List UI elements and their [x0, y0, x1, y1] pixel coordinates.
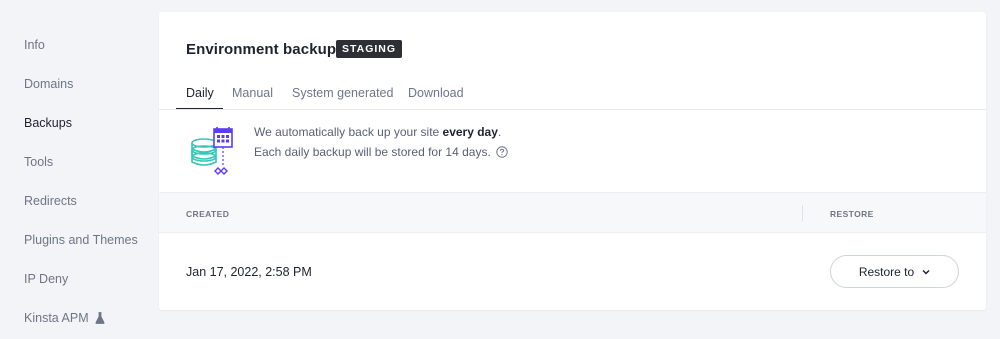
sidebar-item-label: Info: [24, 38, 45, 52]
tab-system-generated[interactable]: System generated: [282, 86, 403, 100]
backup-created-date: Jan 17, 2022, 2:58 PM: [186, 265, 312, 279]
info-text-prefix: We automatically back up your site: [254, 125, 443, 139]
sidebar-item-plugins-and-themes[interactable]: Plugins and Themes: [24, 233, 138, 247]
sidebar-item-domains[interactable]: Domains: [24, 77, 73, 91]
restore-to-label: Restore to: [858, 264, 915, 279]
sidebar-item-label: Domains: [24, 77, 74, 91]
staging-badge: STAGING: [336, 40, 403, 58]
column-divider[interactable]: [802, 205, 803, 221]
sidebar-item-kinsta-apm[interactable]: Kinsta APM: [24, 311, 105, 325]
table-row: Jan 17, 2022, 2:58 PM Restore to: [159, 233, 986, 310]
info-text-suffix: .: [497, 125, 502, 139]
sidebar-item-label: Redirects: [24, 194, 77, 208]
sidebar: Info Domains Backups Tools Redirects Plu…: [0, 0, 158, 339]
sidebar-item-label: Plugins and Themes: [24, 233, 138, 247]
backup-retention-text: Each daily backup will be stored for 14 …: [254, 145, 508, 159]
sidebar-item-label: Kinsta APM: [24, 311, 89, 325]
sidebar-item-info[interactable]: Info: [24, 38, 45, 52]
retention-text: Each daily backup will be stored for 14 …: [254, 145, 491, 159]
sidebar-item-label: IP Deny: [24, 272, 69, 286]
sidebar-item-tools[interactable]: Tools: [24, 155, 53, 169]
help-circle-icon[interactable]: [496, 146, 508, 158]
flask-icon: [95, 312, 105, 324]
tabs-divider: [159, 109, 986, 110]
page-title: Environment backups: [186, 41, 345, 58]
sidebar-item-redirects[interactable]: Redirects: [24, 194, 77, 208]
tab-manual[interactable]: Manual: [222, 86, 283, 100]
backups-table-header: CREATED RESTORE: [159, 192, 986, 233]
sidebar-item-label: Tools: [24, 155, 54, 169]
column-header-created: CREATED: [186, 209, 230, 219]
tab-download[interactable]: Download: [398, 86, 474, 100]
restore-to-button[interactable]: Restore to: [830, 255, 959, 288]
tab-daily[interactable]: Daily: [176, 86, 224, 100]
sidebar-item-ip-deny[interactable]: IP Deny: [24, 272, 68, 286]
backup-frequency-text: We automatically back up your site every…: [254, 125, 501, 139]
environment-backups-card: Environment backups STAGING Daily Manual…: [159, 12, 986, 310]
database-calendar-icon: [191, 127, 233, 175]
chevron-down-icon: [922, 269, 930, 275]
info-text-emphasis: every day: [442, 125, 498, 139]
sidebar-item-backups[interactable]: Backups: [24, 116, 72, 130]
column-header-restore: RESTORE: [830, 209, 874, 219]
sidebar-item-label: Backups: [24, 116, 72, 130]
